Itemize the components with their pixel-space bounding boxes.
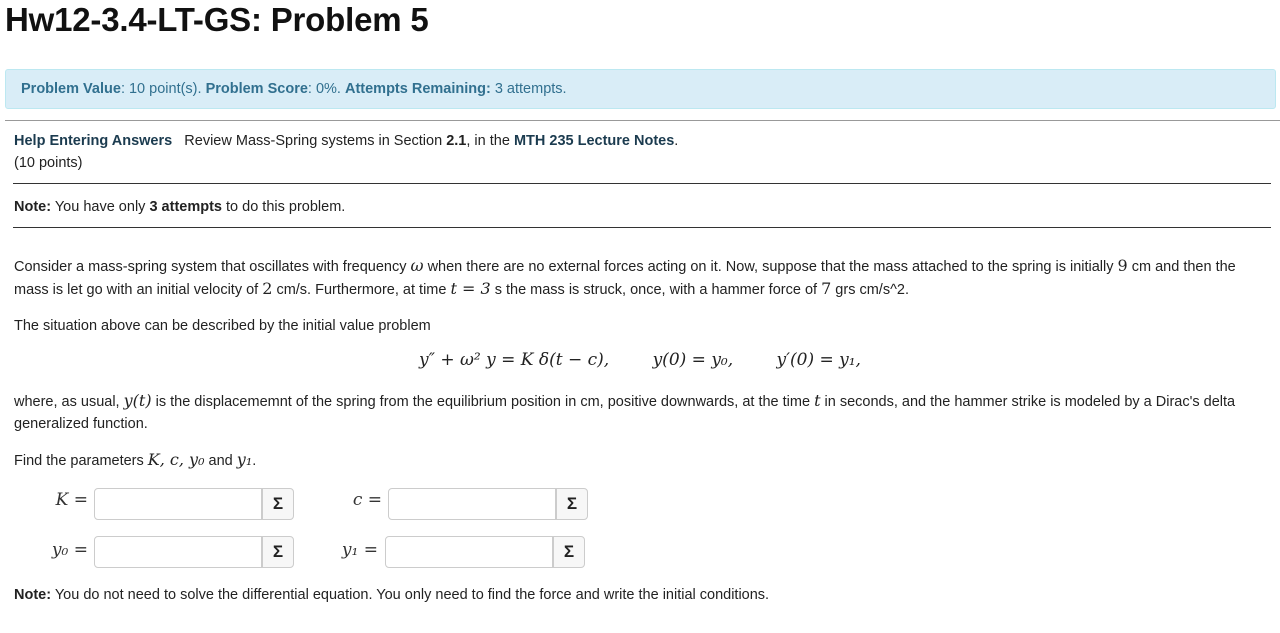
review-end: .: [674, 133, 679, 149]
math-t: t: [814, 391, 821, 410]
note-label: Note:: [14, 587, 52, 603]
review-text: Review Mass-Spring systems in Section: [184, 133, 443, 149]
math-yt: y(t): [123, 391, 152, 410]
final-note: Note: You do not need to solve the diffe…: [14, 585, 769, 605]
problem-paragraph-3: where, as usual, y(t) is the displacemem…: [14, 390, 1264, 435]
problem-value-text: : 10 point(s).: [120, 81, 202, 97]
attempts-note: Note: You have only 3 attempts to do thi…: [14, 197, 345, 217]
note-suffix: to do this problem.: [226, 199, 346, 215]
page-title: Hw12-3.4-LT-GS: Problem 5: [5, 1, 429, 38]
lecture-notes-link[interactable]: MTH 235 Lecture Notes: [514, 133, 674, 149]
text: .: [252, 453, 257, 469]
text: and: [208, 453, 233, 469]
math-omega: ω: [410, 256, 424, 275]
problem-score-text: : 0%.: [307, 81, 341, 97]
equation-initial-position: y(0) = y₀,: [652, 350, 734, 370]
attempts-remaining-text: 3 attempts.: [494, 81, 567, 97]
problem-paragraph-2: The situation above can be described by …: [14, 318, 431, 334]
text: s the mass is struck, once, with a hamme…: [494, 282, 818, 298]
y1-label: y₁ =: [341, 540, 378, 560]
text: where, as usual,: [14, 394, 120, 410]
y0-label: y₀ =: [51, 540, 88, 560]
text: cm/s. Furthermore, at time: [276, 282, 447, 298]
equation-initial-velocity: y′(0) = y₁,: [776, 350, 861, 370]
divider: [13, 183, 1271, 184]
review-mid-text: , in the: [466, 133, 510, 149]
equation-ode: y″ + ω² y = K δ(t − c),: [419, 350, 610, 370]
problem-status-bar: Problem Value: 10 point(s). Problem Scor…: [5, 69, 1276, 109]
y1-answer-input[interactable]: [385, 536, 553, 568]
c-label: c =: [352, 490, 382, 510]
text: Find the parameters: [14, 453, 144, 469]
problem-value-label: Problem Value: [21, 81, 121, 97]
c-equation-editor-button[interactable]: Σ: [556, 488, 588, 520]
points-text: (10 points): [14, 155, 83, 171]
text: when there are no external forces acting…: [427, 259, 1114, 275]
problem-paragraph-4: Find the parameters K, c, y₀ and y₁.: [14, 449, 256, 472]
c-answer-input[interactable]: [388, 488, 556, 520]
math-y1: y₁: [236, 450, 253, 469]
divider: [13, 227, 1271, 228]
problem-paragraph-1: Consider a mass-spring system that oscil…: [14, 255, 1264, 301]
divider: [5, 120, 1280, 121]
initial-position-value: 9: [1117, 256, 1128, 275]
y0-answer-input[interactable]: [94, 536, 262, 568]
note-attempts: 3 attempts: [149, 199, 222, 215]
initial-velocity-value: 2: [262, 279, 273, 298]
initial-value-problem-equation: y″ + ω² y = K δ(t − c), y(0) = y₀, y′(0)…: [0, 350, 1280, 370]
problem-score-label: Problem Score: [205, 81, 308, 97]
help-row: Help Entering Answers Review Mass-Spring…: [14, 131, 678, 151]
math-params: K, c, y₀: [147, 450, 205, 469]
y0-equation-editor-button[interactable]: Σ: [262, 536, 294, 568]
k-answer-input[interactable]: [94, 488, 262, 520]
note-prefix: You have only: [54, 199, 146, 215]
note-text: You do not need to solve the differentia…: [54, 587, 770, 603]
note-label: Note:: [14, 199, 52, 215]
force-value: 7: [821, 279, 832, 298]
attempts-remaining-label: Attempts Remaining:: [344, 81, 491, 97]
help-entering-answers-link[interactable]: Help Entering Answers: [14, 133, 172, 149]
y1-equation-editor-button[interactable]: Σ: [553, 536, 585, 568]
k-label: K =: [55, 490, 88, 510]
text: Consider a mass-spring system that oscil…: [14, 259, 407, 275]
text: grs cm/s^2.: [835, 282, 909, 298]
k-equation-editor-button[interactable]: Σ: [262, 488, 294, 520]
text: is the displacememnt of the spring from …: [155, 394, 811, 410]
math-time-equation: t = 3: [450, 279, 491, 298]
section-number: 2.1: [446, 133, 467, 149]
